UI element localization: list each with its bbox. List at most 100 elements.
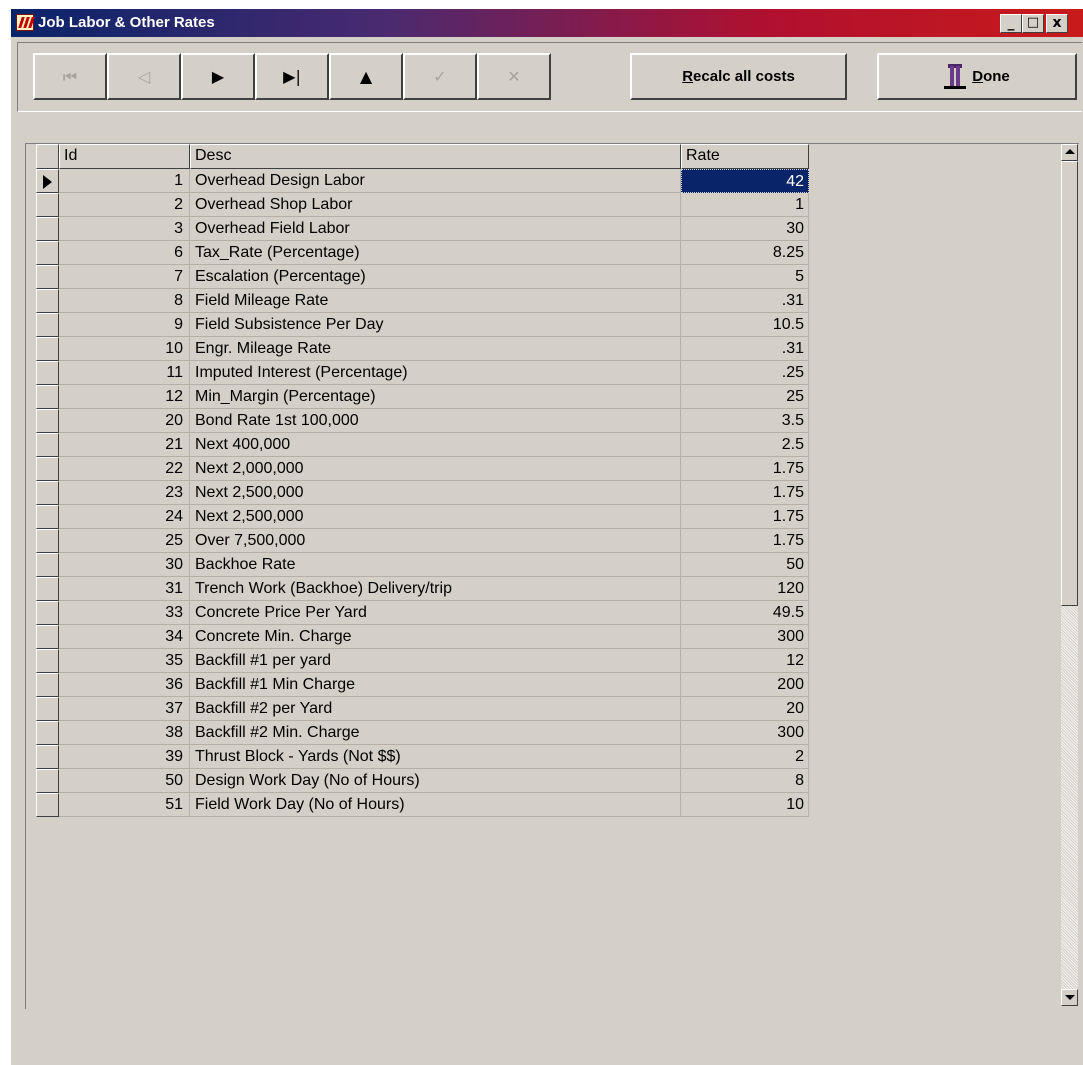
row-indicator[interactable] [36, 289, 59, 313]
desc-cell[interactable]: Overhead Field Labor [190, 217, 681, 241]
rate-cell[interactable]: 300 [681, 625, 809, 649]
table-row[interactable]: 37 Backfill #2 per Yard 20 [36, 697, 820, 721]
row-indicator[interactable] [36, 481, 59, 505]
rate-cell[interactable]: 10.5 [681, 313, 809, 337]
row-indicator[interactable] [36, 169, 59, 193]
rate-cell[interactable]: 1.75 [681, 481, 809, 505]
scrollbar-track[interactable] [1061, 606, 1078, 989]
id-cell[interactable]: 39 [59, 745, 190, 769]
row-indicator[interactable] [36, 385, 59, 409]
table-row[interactable]: 10 Engr. Mileage Rate .31 [36, 337, 820, 361]
table-row[interactable]: 20 Bond Rate 1st 100,000 3.5 [36, 409, 820, 433]
id-cell[interactable]: 7 [59, 265, 190, 289]
row-indicator[interactable] [36, 529, 59, 553]
id-cell[interactable]: 12 [59, 385, 190, 409]
desc-cell[interactable]: Concrete Min. Charge [190, 625, 681, 649]
id-cell[interactable]: 51 [59, 793, 190, 817]
rate-cell[interactable]: 8.25 [681, 241, 809, 265]
row-indicator[interactable] [36, 649, 59, 673]
desc-cell[interactable]: Backfill #1 Min Charge [190, 673, 681, 697]
table-row[interactable]: 2 Overhead Shop Labor 1 [36, 193, 820, 217]
id-cell[interactable]: 9 [59, 313, 190, 337]
id-cell[interactable]: 35 [59, 649, 190, 673]
id-cell[interactable]: 50 [59, 769, 190, 793]
rate-cell[interactable]: 3.5 [681, 409, 809, 433]
desc-cell[interactable]: Concrete Price Per Yard [190, 601, 681, 625]
id-cell[interactable]: 36 [59, 673, 190, 697]
rate-cell[interactable]: 25 [681, 385, 809, 409]
row-indicator[interactable] [36, 505, 59, 529]
id-cell[interactable]: 33 [59, 601, 190, 625]
row-indicator[interactable] [36, 793, 59, 817]
desc-cell[interactable]: Next 400,000 [190, 433, 681, 457]
rate-cell[interactable]: 300 [681, 721, 809, 745]
rate-cell[interactable]: 12 [681, 649, 809, 673]
desc-cell[interactable]: Design Work Day (No of Hours) [190, 769, 681, 793]
desc-cell[interactable]: Escalation (Percentage) [190, 265, 681, 289]
table-row[interactable]: 8 Field Mileage Rate .31 [36, 289, 820, 313]
desc-cell[interactable]: Backfill #2 per Yard [190, 697, 681, 721]
row-indicator[interactable] [36, 673, 59, 697]
id-cell[interactable]: 34 [59, 625, 190, 649]
id-cell[interactable]: 3 [59, 217, 190, 241]
id-cell[interactable]: 25 [59, 529, 190, 553]
maximize-button[interactable]: □ [1022, 14, 1044, 33]
recalc-all-costs-button[interactable]: Recalc all costs [630, 53, 847, 100]
row-indicator[interactable] [36, 721, 59, 745]
rate-cell[interactable]: 2 [681, 745, 809, 769]
id-cell[interactable]: 38 [59, 721, 190, 745]
row-indicator[interactable] [36, 217, 59, 241]
row-indicator[interactable] [36, 265, 59, 289]
id-cell[interactable]: 1 [59, 169, 190, 193]
table-row[interactable]: 35 Backfill #1 per yard 12 [36, 649, 820, 673]
desc-cell[interactable]: Backhoe Rate [190, 553, 681, 577]
desc-cell[interactable]: Next 2,500,000 [190, 505, 681, 529]
desc-cell[interactable]: Backfill #2 Min. Charge [190, 721, 681, 745]
insert-record-button[interactable]: ▲ [329, 53, 403, 100]
next-record-button[interactable]: ▶ [181, 53, 255, 100]
desc-cell[interactable]: Imputed Interest (Percentage) [190, 361, 681, 385]
last-record-button[interactable]: ▶| [255, 53, 329, 100]
table-row[interactable]: 39 Thrust Block - Yards (Not $$) 2 [36, 745, 820, 769]
id-cell[interactable]: 6 [59, 241, 190, 265]
minimize-button[interactable]: _ [1000, 14, 1022, 33]
column-header-id[interactable]: Id [59, 144, 190, 169]
id-cell[interactable]: 20 [59, 409, 190, 433]
row-indicator[interactable] [36, 601, 59, 625]
rate-cell[interactable]: 42 [681, 169, 809, 193]
table-row[interactable]: 23 Next 2,500,000 1.75 [36, 481, 820, 505]
desc-cell[interactable]: Next 2,000,000 [190, 457, 681, 481]
desc-cell[interactable]: Trench Work (Backhoe) Delivery/trip [190, 577, 681, 601]
table-row[interactable]: 1 Overhead Design Labor 42 [36, 169, 820, 193]
desc-cell[interactable]: Bond Rate 1st 100,000 [190, 409, 681, 433]
scroll-up-button[interactable] [1061, 144, 1078, 161]
row-indicator[interactable] [36, 337, 59, 361]
id-cell[interactable]: 37 [59, 697, 190, 721]
id-cell[interactable]: 11 [59, 361, 190, 385]
rate-cell[interactable]: 8 [681, 769, 809, 793]
rate-cell[interactable]: 10 [681, 793, 809, 817]
table-row[interactable]: 33 Concrete Price Per Yard 49.5 [36, 601, 820, 625]
rate-cell[interactable]: 200 [681, 673, 809, 697]
post-edit-button[interactable]: ✓ [403, 53, 477, 100]
rate-cell[interactable]: 5 [681, 265, 809, 289]
rate-cell[interactable]: 49.5 [681, 601, 809, 625]
row-indicator[interactable] [36, 577, 59, 601]
rate-cell[interactable]: 120 [681, 577, 809, 601]
id-cell[interactable]: 23 [59, 481, 190, 505]
rate-cell[interactable]: 50 [681, 553, 809, 577]
rate-cell[interactable]: 2.5 [681, 433, 809, 457]
desc-cell[interactable]: Field Work Day (No of Hours) [190, 793, 681, 817]
row-indicator[interactable] [36, 457, 59, 481]
rates-grid[interactable]: Id Desc Rate 1 Overhead Design Labor 42 2 Ov… [25, 143, 1079, 1009]
desc-cell[interactable]: Engr. Mileage Rate [190, 337, 681, 361]
table-row[interactable]: 30 Backhoe Rate 50 [36, 553, 820, 577]
table-row[interactable]: 7 Escalation (Percentage) 5 [36, 265, 820, 289]
close-button[interactable]: x [1046, 14, 1068, 33]
rate-cell[interactable]: .31 [681, 289, 809, 313]
id-cell[interactable]: 30 [59, 553, 190, 577]
rate-cell[interactable]: 1.75 [681, 505, 809, 529]
table-row[interactable]: 12 Min_Margin (Percentage) 25 [36, 385, 820, 409]
table-row[interactable]: 24 Next 2,500,000 1.75 [36, 505, 820, 529]
desc-cell[interactable]: Backfill #1 per yard [190, 649, 681, 673]
